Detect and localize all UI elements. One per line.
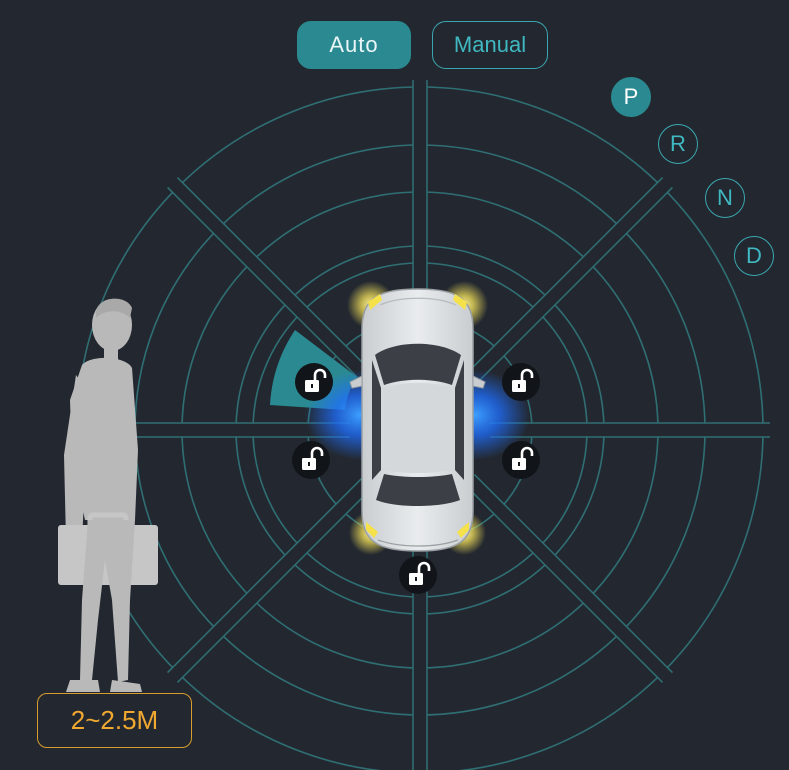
sector-gap [167, 474, 376, 683]
unlocked-padlock-icon[interactable] [502, 441, 540, 479]
unlocked-padlock-icon[interactable] [295, 363, 333, 401]
sector-gap [167, 177, 376, 386]
sector-gap [464, 177, 673, 386]
gear-p-button[interactable]: P [611, 77, 651, 117]
gear-r-button[interactable]: R [658, 124, 698, 164]
unlocked-padlock-icon[interactable] [502, 363, 540, 401]
distance-indicator: 2~2.5M [37, 693, 192, 748]
sector-gap [464, 474, 673, 683]
gear-n-button[interactable]: N [705, 178, 745, 218]
car-top-view-icon [349, 288, 486, 552]
auto-mode-button[interactable]: Auto [297, 21, 411, 69]
gear-d-button[interactable]: D [734, 236, 774, 276]
unlocked-padlock-icon[interactable] [399, 556, 437, 594]
manual-mode-button[interactable]: Manual [432, 21, 548, 69]
unlocked-padlock-icon[interactable] [292, 441, 330, 479]
radar-scene [58, 80, 770, 770]
